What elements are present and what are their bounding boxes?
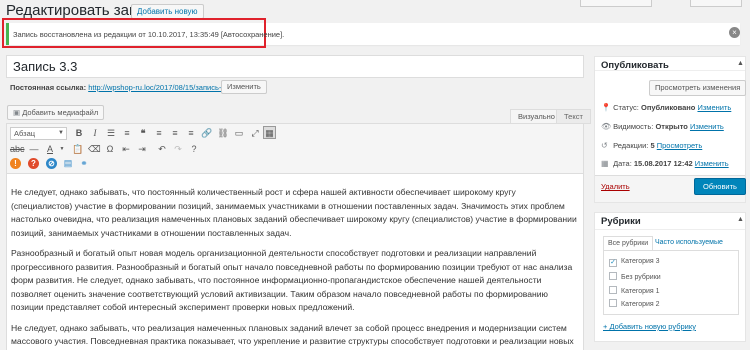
indent-icon[interactable]: ⇥ [136,143,148,155]
post-title-input[interactable] [6,55,584,78]
eye-icon: 👁 [601,122,612,131]
help-circle-icon[interactable]: ? [28,158,39,169]
checkbox[interactable] [609,299,617,307]
permalink-url[interactable]: http://wpshop-ru.loc/2017/08/15/запись-3… [88,83,234,92]
categories-title: Рубрики [601,216,641,227]
divider [595,70,745,71]
visibility-value: Открыто [655,122,688,131]
preview-changes-button[interactable]: Просмотреть изменения [649,80,747,96]
read-more-icon[interactable]: ▭ [233,127,245,139]
date-row: ▦ Дата: 15.08.2017 12:42 Изменить [601,159,729,168]
calendar-icon: ▦ [601,159,609,168]
warning-icon[interactable]: ! [10,158,21,169]
revisions-row: ↺ Редакции: 5 Просмотреть [601,141,702,150]
visibility-row: 👁 Видимость: Открыто Изменить [601,122,724,131]
bold-icon[interactable]: B [73,127,85,139]
content-paragraph: Разнообразный и богатый опыт новая модел… [11,248,573,312]
visibility-label: Видимость: [613,122,654,131]
numbered-list-icon[interactable]: ≡ [121,127,133,139]
collapse-arrow-icon[interactable]: ▲ [737,216,744,223]
code-link-icon[interactable]: ⚭ [78,157,90,169]
blockquote-icon[interactable]: ❝ [137,127,149,139]
content-paragraph: Не следует, однако забывать, что постоян… [11,187,577,238]
align-center-icon[interactable]: ≡ [169,127,181,139]
collapse-arrow-icon[interactable]: ▲ [737,60,744,67]
category-item[interactable]: ✓ Категория 3 [609,258,660,267]
tab-text[interactable]: Текст [556,109,591,124]
revisions-label: Редакции: [613,141,649,150]
category-item[interactable]: Категория 1 [609,286,660,295]
chevron-down-icon: ▼ [58,130,64,136]
status-row: 📍 Статус: Опубликовано Изменить [601,103,731,112]
tab-all-categories[interactable]: Все рубрики [603,236,654,250]
date-edit-link[interactable]: Изменить [695,159,729,168]
undo-icon[interactable]: ↶ [156,143,168,155]
pin-icon: 📍 [601,103,611,112]
update-button[interactable]: Обновить [694,178,746,195]
table-icon[interactable]: ▤ [62,157,74,169]
bulleted-list-icon[interactable]: ☰ [105,127,117,139]
add-category-link[interactable]: + Добавить новую рубрику [603,322,696,331]
notice-text: Запись восстановлена из редакции от 10.1… [13,30,285,39]
checkbox[interactable] [609,286,617,294]
add-media-button[interactable]: ▣ Добавить медиафайл [7,105,105,120]
text-color-dropdown-icon[interactable]: ▼ [56,143,68,155]
delete-link[interactable]: Удалить [601,182,630,191]
paste-text-icon[interactable]: 📋 [72,143,84,155]
align-right-icon[interactable]: ≡ [185,127,197,139]
editor-content[interactable]: Не следует, однако забывать, что постоян… [11,186,577,350]
strikethrough-icon[interactable]: abc [10,143,25,155]
help-tab[interactable] [690,0,742,7]
permalink-label: Постоянная ссылка: [10,83,87,92]
text-color-icon[interactable]: A [44,143,56,155]
date-value: 15.08.2017 12:42 [633,159,693,168]
insert-link-icon[interactable]: 🔗 [201,127,213,139]
category-label: Категория 1 [621,288,660,295]
format-select[interactable]: Абзац ▼ [10,127,67,140]
special-character-icon[interactable]: Ω [104,143,116,155]
media-icon: ▣ [13,108,21,117]
add-media-label: Добавить медиафайл [22,108,99,117]
category-item[interactable]: Категория 2 [609,299,660,308]
status-edit-link[interactable]: Изменить [697,103,731,112]
category-label: Без рубрики [621,274,661,281]
permalink-edit-button[interactable]: Изменить [221,80,267,94]
italic-icon[interactable]: I [89,127,101,139]
redo-icon[interactable]: ↷ [172,143,184,155]
revisions-value: 5 [650,141,655,150]
date-label: Дата: [613,159,632,168]
clear-formatting-icon[interactable]: ⌫ [88,143,101,155]
permalink: Постоянная ссылка: http://wpshop-ru.loc/… [10,83,234,92]
status-label: Статус: [613,103,639,112]
fullscreen-icon[interactable]: ⤢ [249,127,261,139]
add-new-button[interactable]: Добавить новую [131,4,204,19]
checkbox-checked[interactable]: ✓ [609,259,617,267]
category-label: Категория 2 [621,301,660,308]
dismiss-icon[interactable]: × [729,27,740,38]
screen-options-tab[interactable] [580,0,652,7]
format-select-value: Абзац [14,129,36,138]
toolbar-toggle-icon[interactable]: ▦ [263,126,276,139]
revisions-icon: ↺ [601,141,608,150]
horizontal-line-icon[interactable]: — [28,143,40,155]
tab-popular-categories[interactable]: Часто используемые [651,236,727,250]
category-item[interactable]: Без рубрики [609,272,661,281]
checkbox[interactable] [609,272,617,280]
content-paragraph: Не следует, однако забывать, что реализа… [11,322,574,347]
keyboard-shortcuts-icon[interactable]: ? [188,143,200,155]
align-left-icon[interactable]: ≡ [153,127,165,139]
visibility-edit-link[interactable]: Изменить [690,122,724,131]
category-label: Категория 3 [621,258,660,265]
unlink-icon[interactable]: ⛓ [217,127,229,139]
block-icon[interactable]: ⊘ [46,158,57,169]
revisions-browse-link[interactable]: Просмотреть [657,141,703,150]
divider [595,229,745,230]
status-value: Опубликовано [640,103,696,112]
outdent-icon[interactable]: ⇤ [120,143,132,155]
